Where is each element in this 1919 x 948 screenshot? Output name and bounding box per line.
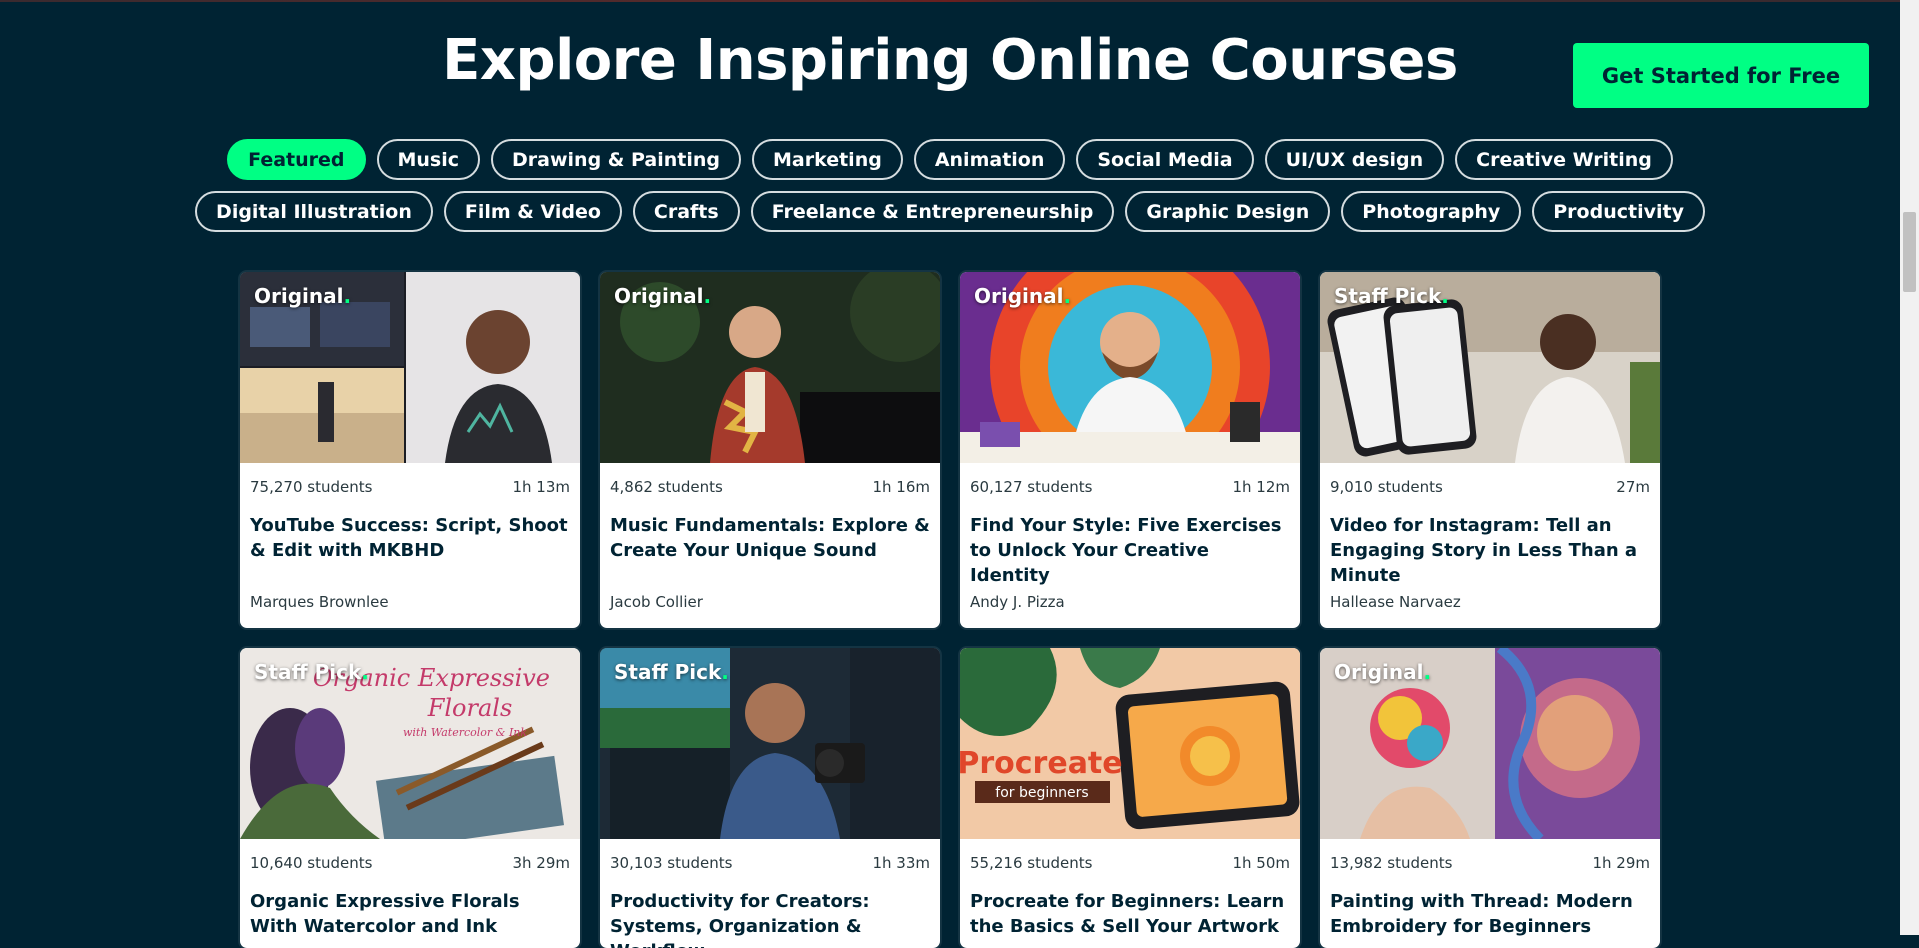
student-count: 10,640 students <box>250 854 373 872</box>
course-duration: 1h 16m <box>872 478 930 496</box>
page-scrollbar[interactable] <box>1900 0 1919 935</box>
course-duration: 1h 13m <box>512 478 570 496</box>
course-title[interactable]: YouTube Success: Script, Shoot & Edit wi… <box>240 513 580 563</box>
teacher-name[interactable]: Jacob Collier <box>610 593 703 611</box>
course-duration: 1h 29m <box>1592 854 1650 872</box>
course-title[interactable]: Organic Expressive Florals With Watercol… <box>240 889 580 939</box>
thumb-text: Florals <box>427 694 513 722</box>
chip-marketing[interactable]: Marketing <box>751 139 903 180</box>
student-count: 75,270 students <box>250 478 373 496</box>
teacher-name[interactable]: Hallease Narvaez <box>1330 593 1461 611</box>
course-duration: 27m <box>1616 478 1650 496</box>
category-chips-row-2: Digital Illustration Film & Video Crafts… <box>0 191 1900 232</box>
course-title[interactable]: Video for Instagram: Tell an Engaging St… <box>1320 513 1660 588</box>
course-card[interactable]: Original. 60,127 students 1h 12m Find Yo… <box>960 272 1300 628</box>
student-count: 30,103 students <box>610 854 733 872</box>
course-title[interactable]: Painting with Thread: Modern Embroidery … <box>1320 889 1660 939</box>
chip-freelance-entrepreneurship[interactable]: Freelance & Entrepreneurship <box>750 191 1115 232</box>
category-chips-row-1: Featured Music Drawing & Painting Market… <box>0 139 1900 180</box>
course-card[interactable]: Procreate for beginners 55,216 students … <box>960 648 1300 948</box>
course-badge: Staff Pick. <box>614 660 729 684</box>
course-thumbnail[interactable]: Staff Pick. <box>600 648 940 839</box>
course-badge: Original. <box>614 284 712 308</box>
course-title[interactable]: Music Fundamentals: Explore & Create You… <box>600 513 940 563</box>
chip-crafts[interactable]: Crafts <box>632 191 740 232</box>
chip-animation[interactable]: Animation <box>913 139 1066 180</box>
course-thumbnail[interactable]: Original. <box>240 272 580 463</box>
chip-graphic-design[interactable]: Graphic Design <box>1125 191 1331 232</box>
course-card[interactable]: Staff Pick. 9,010 students 27m Video for… <box>1320 272 1660 628</box>
course-card[interactable]: Staff Pick. 30,103 students 1h 33m Produ… <box>600 648 940 948</box>
chip-ui-ux-design[interactable]: UI/UX design <box>1264 139 1445 180</box>
course-card[interactable]: Original. 4,862 students 1h 16m Music Fu… <box>600 272 940 628</box>
thumb-text: with Watercolor & Ink <box>403 726 527 739</box>
chip-music[interactable]: Music <box>376 139 481 180</box>
chip-digital-illustration[interactable]: Digital Illustration <box>195 191 433 232</box>
student-count: 13,982 students <box>1330 854 1453 872</box>
course-title[interactable]: Productivity for Creators: Systems, Orga… <box>600 889 940 948</box>
course-duration: 3h 29m <box>512 854 570 872</box>
course-thumbnail[interactable]: Original. <box>960 272 1300 463</box>
chip-film-video[interactable]: Film & Video <box>443 191 622 232</box>
chip-productivity[interactable]: Productivity <box>1532 191 1705 232</box>
student-count: 9,010 students <box>1330 478 1443 496</box>
course-thumbnail[interactable]: Procreate for beginners <box>960 648 1300 839</box>
course-duration: 1h 33m <box>872 854 930 872</box>
teacher-name[interactable]: Marques Brownlee <box>250 593 389 611</box>
course-duration: 1h 12m <box>1232 478 1290 496</box>
course-card[interactable]: Original. 13,982 students 1h 29m Paintin… <box>1320 648 1660 948</box>
student-count: 55,216 students <box>970 854 1093 872</box>
get-started-button[interactable]: Get Started for Free <box>1573 43 1869 108</box>
course-card[interactable]: Organic Expressive Florals with Watercol… <box>240 648 580 948</box>
thumbnail-image: Procreate for beginners <box>960 648 1300 839</box>
chip-social-media[interactable]: Social Media <box>1076 139 1254 180</box>
course-badge: Original. <box>974 284 1072 308</box>
thumb-text: for beginners <box>995 785 1088 801</box>
course-thumbnail[interactable]: Original. <box>600 272 940 463</box>
student-count: 60,127 students <box>970 478 1093 496</box>
thumb-text: Procreate <box>960 746 1123 781</box>
browser-top-edge <box>0 0 1900 2</box>
teacher-name[interactable]: Andy J. Pizza <box>970 593 1065 611</box>
course-title[interactable]: Procreate for Beginners: Learn the Basic… <box>960 889 1300 939</box>
course-title[interactable]: Find Your Style: Five Exercises to Unloc… <box>960 513 1300 588</box>
course-thumbnail[interactable]: Original. <box>1320 648 1660 839</box>
chip-featured[interactable]: Featured <box>227 139 366 180</box>
course-badge: Staff Pick. <box>1334 284 1449 308</box>
course-thumbnail[interactable]: Staff Pick. <box>1320 272 1660 463</box>
scrollbar-thumb[interactable] <box>1903 212 1916 292</box>
course-badge: Original. <box>254 284 352 308</box>
student-count: 4,862 students <box>610 478 723 496</box>
chip-creative-writing[interactable]: Creative Writing <box>1455 139 1673 180</box>
chip-drawing-painting[interactable]: Drawing & Painting <box>491 139 741 180</box>
course-badge: Staff Pick. <box>254 660 369 684</box>
course-badge: Original. <box>1334 660 1432 684</box>
course-duration: 1h 50m <box>1232 854 1290 872</box>
course-thumbnail[interactable]: Organic Expressive Florals with Watercol… <box>240 648 580 839</box>
course-card[interactable]: Original. 75,270 students 1h 13m YouTube… <box>240 272 580 628</box>
chip-photography[interactable]: Photography <box>1341 191 1522 232</box>
